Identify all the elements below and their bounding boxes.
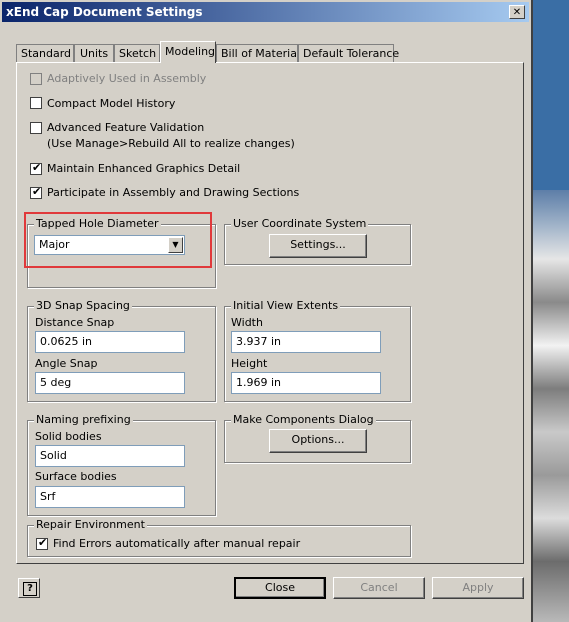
advanced-validation-checkbox[interactable] (30, 122, 42, 134)
repair-title: Repair Environment (34, 518, 147, 531)
advanced-validation-label: Advanced Feature Validation (47, 121, 205, 134)
help-icon: ? (23, 582, 37, 596)
ucs-settings-button[interactable]: Settings... (269, 234, 367, 258)
adaptively-used-label: Adaptively Used in Assembly (47, 72, 207, 85)
ucs-title: User Coordinate System (231, 217, 369, 230)
background-desktop (533, 0, 569, 190)
checkmark-icon: ✔ (32, 161, 42, 174)
height-label: Height (231, 357, 268, 370)
tab-sketch[interactable]: Sketch (114, 44, 160, 62)
tab-default-tolerance[interactable]: Default Tolerance (298, 44, 399, 62)
distance-snap-field[interactable]: 0.0625 in (35, 331, 185, 353)
naming-title: Naming prefixing (34, 413, 133, 426)
tab-units[interactable]: Units (74, 44, 114, 62)
participate-sections-label: Participate in Assembly and Drawing Sect… (47, 186, 300, 199)
tab-standard[interactable]: Standard (16, 44, 74, 62)
compact-history-label: Compact Model History (47, 97, 176, 110)
window-title: xEnd Cap Document Settings (6, 5, 203, 19)
title-bar: xEnd Cap Document Settings ✕ (2, 2, 529, 22)
close-icon[interactable]: ✕ (509, 5, 525, 19)
enhanced-graphics-label: Maintain Enhanced Graphics Detail (47, 162, 241, 175)
apply-button[interactable]: Apply (432, 577, 524, 599)
checkmark-icon: ✔ (38, 536, 48, 549)
tab-modeling[interactable]: Modeling (160, 41, 216, 63)
surface-bodies-field[interactable]: Srf (35, 486, 185, 508)
width-field[interactable]: 3.937 in (231, 331, 381, 353)
view-extents-title: Initial View Extents (231, 299, 341, 312)
help-button[interactable]: ? (18, 578, 40, 598)
angle-snap-field[interactable]: 5 deg (35, 372, 185, 394)
tab-bill-of-materials[interactable]: Bill of Materials (216, 44, 306, 62)
adaptively-used-checkbox[interactable] (30, 73, 42, 85)
close-button[interactable]: Close (234, 577, 326, 599)
solid-bodies-label: Solid bodies (35, 430, 102, 443)
components-options-button[interactable]: Options... (269, 429, 367, 453)
background-model-view (533, 190, 569, 622)
advanced-validation-note: (Use Manage>Rebuild All to realize chang… (47, 137, 295, 150)
document-settings-dialog: xEnd Cap Document Settings ✕ Standard Un… (0, 0, 533, 622)
find-errors-label: Find Errors automatically after manual r… (53, 537, 301, 550)
background-application (533, 0, 569, 622)
participate-sections-checkbox[interactable]: ✔ (30, 185, 42, 199)
checkmark-icon: ✔ (32, 185, 42, 198)
snap-title: 3D Snap Spacing (34, 299, 132, 312)
distance-snap-label: Distance Snap (35, 316, 115, 329)
solid-bodies-field[interactable]: Solid (35, 445, 185, 467)
annotation-highlight (24, 212, 212, 268)
find-errors-checkbox[interactable]: ✔ (36, 536, 48, 550)
surface-bodies-label: Surface bodies (35, 470, 117, 483)
width-label: Width (231, 316, 263, 329)
cancel-button[interactable]: Cancel (333, 577, 425, 599)
compact-history-checkbox[interactable] (30, 97, 42, 109)
angle-snap-label: Angle Snap (35, 357, 98, 370)
components-dialog-title: Make Components Dialog (231, 413, 376, 426)
enhanced-graphics-checkbox[interactable]: ✔ (30, 161, 42, 175)
height-field[interactable]: 1.969 in (231, 372, 381, 394)
